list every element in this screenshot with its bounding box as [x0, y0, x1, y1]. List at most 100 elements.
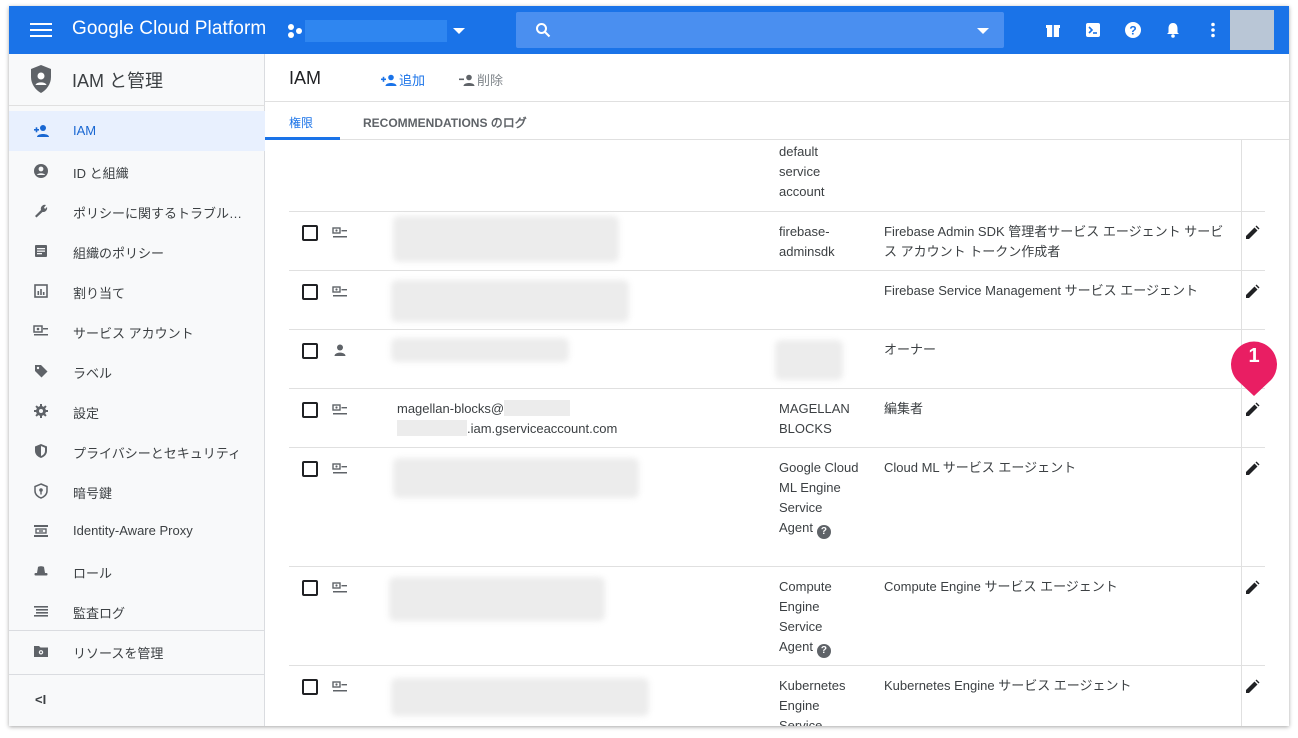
- redacted-text: [504, 400, 571, 416]
- member-role: Firebase Admin SDK 管理者サービス エージェント サービス ア…: [884, 224, 1224, 259]
- sidebar-item-settings[interactable]: 設定: [9, 391, 265, 431]
- add-button-label: 追加: [399, 73, 426, 88]
- redacted-member: [391, 338, 569, 362]
- shield-icon: [31, 65, 51, 93]
- sidebar-item-labels[interactable]: ラベル: [9, 351, 265, 391]
- chevron-down-icon[interactable]: [453, 28, 465, 34]
- sidebar-item-label: ID と組織: [73, 166, 129, 181]
- sidebar-title: IAM と管理: [72, 71, 164, 91]
- service-account-icon: [332, 681, 347, 692]
- person-icon: [334, 344, 346, 356]
- sidebar-item-crypto-keys[interactable]: 暗号鍵: [9, 471, 265, 511]
- sidebar-item-policy-troubleshooter[interactable]: ポリシーに関するトラブル…: [9, 191, 265, 231]
- page-header: IAM 追加 削除: [265, 54, 1289, 102]
- redacted-member: [391, 280, 629, 322]
- member-name: firebase-adminsdk: [779, 224, 835, 259]
- svg-text:?: ?: [1129, 24, 1136, 38]
- page-title: IAM: [289, 68, 322, 88]
- tab-permissions[interactable]: 権限: [289, 114, 313, 131]
- table-row: オーナー: [289, 330, 1265, 389]
- table-row: Google Cloud ML Engine Service Agent? Cl…: [289, 448, 1265, 567]
- sidebar-item-manage-resources[interactable]: リソースを管理: [9, 631, 265, 671]
- edit-icon[interactable]: [1244, 402, 1260, 418]
- member-name: MAGELLAN BLOCKS: [779, 401, 850, 436]
- help-icon[interactable]: ?: [816, 644, 831, 658]
- redacted-text: [397, 420, 467, 436]
- sidebar-item-iam[interactable]: IAM: [9, 111, 265, 151]
- sidebar: IAM と管理 IAM ID と組織 ポリシーに関するトラブル… 組織のポリシー…: [9, 54, 265, 726]
- member-role: オーナー: [884, 342, 937, 357]
- member-role: Compute Engine サービス エージェント: [884, 579, 1118, 594]
- table-row: default service account: [289, 140, 1265, 212]
- sidebar-item-roles[interactable]: ロール: [9, 551, 265, 591]
- service-account-icon: [332, 582, 347, 593]
- sidebar-item-label: リソースを管理: [73, 646, 164, 661]
- member-role: Firebase Service Management サービス エージェント: [884, 283, 1198, 298]
- project-selector[interactable]: [305, 20, 447, 42]
- gift-icon[interactable]: [1043, 20, 1063, 40]
- delete-button-label: 削除: [477, 73, 504, 88]
- search-bar[interactable]: [516, 12, 1004, 48]
- edit-icon[interactable]: [1244, 580, 1260, 596]
- table-row: Firebase Service Management サービス エージェント: [289, 271, 1265, 330]
- sidebar-item-label: Identity-Aware Proxy: [73, 523, 193, 538]
- add-person-icon: [34, 125, 49, 137]
- sidebar-item-identity[interactable]: ID と組織: [9, 151, 265, 191]
- member-name: Google Cloud ML Engine Service Agent?: [779, 458, 859, 539]
- chevron-down-icon[interactable]: [977, 28, 989, 34]
- sidebar-item-label: 組織のポリシー: [73, 246, 165, 261]
- sidebar-item-org-policies[interactable]: 組織のポリシー: [9, 231, 265, 271]
- wrench-icon: [35, 204, 48, 218]
- delete-button[interactable]: 削除: [459, 70, 503, 89]
- sidebar-item-quotas[interactable]: 割り当て: [9, 271, 265, 311]
- more-icon[interactable]: [1203, 20, 1223, 40]
- row-checkbox[interactable]: [302, 679, 318, 695]
- avatar[interactable]: [1230, 10, 1274, 50]
- row-checkbox[interactable]: [302, 284, 318, 300]
- sidebar-item-label: ラベル: [73, 366, 113, 381]
- sidebar-item-label: ロール: [73, 566, 113, 581]
- hat-icon: [34, 566, 48, 576]
- member-role: Kubernetes Engine サービス エージェント: [884, 678, 1132, 693]
- sidebar-item-service-accounts[interactable]: サービス アカウント: [9, 311, 265, 351]
- table-row: Kubernetes Engine Service Kubernetes Eng…: [289, 666, 1265, 726]
- member-role: 編集者: [884, 401, 924, 416]
- sidebar-item-privacy-security[interactable]: プライバシーとセキュリティ: [9, 431, 265, 471]
- member-name-text: Google Cloud ML Engine Service Agent: [779, 460, 859, 535]
- sidebar-item-label: 設定: [73, 406, 100, 421]
- member-role: Cloud ML サービス エージェント: [884, 460, 1077, 475]
- collapse-sidebar-button[interactable]: <I: [35, 692, 46, 707]
- edit-icon[interactable]: [1244, 284, 1260, 300]
- sidebar-item-audit-logs[interactable]: 監査ログ: [9, 591, 265, 631]
- sidebar-item-label: 監査ログ: [73, 606, 126, 621]
- row-checkbox[interactable]: [302, 580, 318, 596]
- row-checkbox[interactable]: [302, 402, 318, 418]
- edit-icon[interactable]: [1244, 461, 1260, 477]
- cloud-shell-icon[interactable]: [1083, 20, 1103, 40]
- notifications-icon[interactable]: [1163, 20, 1183, 40]
- member-name-text: Compute Engine Service Agent: [779, 579, 832, 654]
- project-icon[interactable]: [287, 23, 303, 39]
- tab-bar: 権限 RECOMMENDATIONS のログ: [265, 103, 1289, 140]
- tab-recommendations-log[interactable]: RECOMMENDATIONS のログ: [363, 114, 527, 131]
- table-row: firebase-adminsdk Firebase Admin SDK 管理者…: [289, 212, 1265, 271]
- table-row: magellan-blocks@ .iam.gserviceaccount.co…: [289, 389, 1265, 448]
- menu-icon[interactable]: [30, 20, 52, 40]
- top-bar: Google Cloud Platform ?: [9, 6, 1289, 54]
- sidebar-item-label: IAM: [73, 123, 97, 138]
- add-button[interactable]: 追加: [381, 70, 425, 89]
- row-checkbox[interactable]: [302, 225, 318, 241]
- help-icon[interactable]: ?: [1123, 20, 1143, 40]
- service-account-icon: [332, 286, 347, 297]
- key-shield-icon: [34, 483, 48, 499]
- row-checkbox[interactable]: [302, 461, 318, 477]
- help-icon[interactable]: ?: [816, 525, 831, 539]
- edit-icon[interactable]: [1244, 679, 1260, 695]
- brand-title[interactable]: Google Cloud Platform: [72, 18, 266, 40]
- edit-icon[interactable]: [1244, 225, 1260, 241]
- sidebar-item-iap[interactable]: Identity-Aware Proxy: [9, 511, 265, 551]
- app-window: Google Cloud Platform ? IAM と管理 IAM ID と…: [9, 6, 1289, 726]
- row-checkbox[interactable]: [302, 343, 318, 359]
- service-account-icon: [332, 463, 347, 474]
- members-table: default service account firebase-adminsd…: [265, 140, 1289, 726]
